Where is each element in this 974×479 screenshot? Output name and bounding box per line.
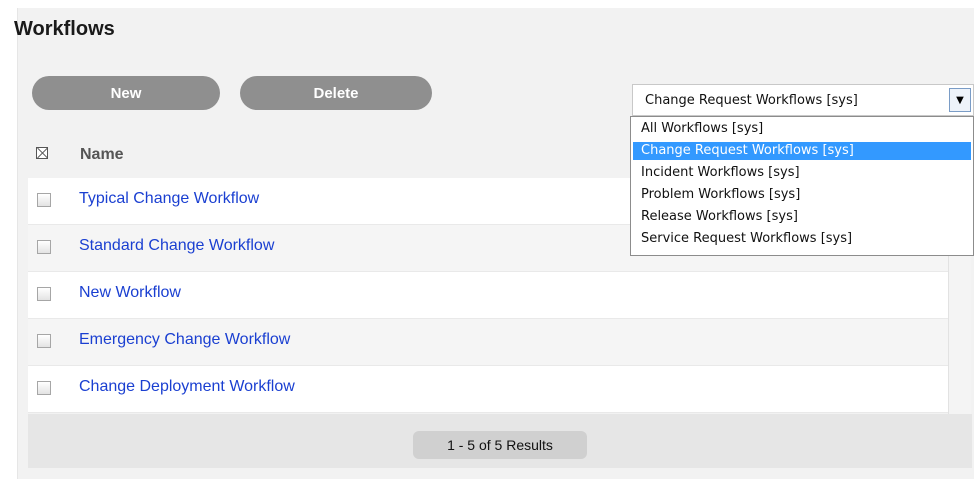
row-checkbox[interactable] — [37, 334, 51, 348]
row-checkbox[interactable] — [37, 381, 51, 395]
column-header-name[interactable]: Name — [80, 146, 124, 164]
workflow-link[interactable]: Standard Change Workflow — [79, 237, 274, 255]
workflow-filter-dropdown: All Workflows [sys] Change Request Workf… — [630, 116, 974, 256]
table-row: Emergency Change Workflow — [28, 319, 948, 366]
option-incident-workflows[interactable]: Incident Workflows [sys] — [633, 164, 971, 182]
table-row: New Workflow — [28, 272, 948, 319]
option-release-workflows[interactable]: Release Workflows [sys] — [633, 208, 971, 226]
workflow-filter-select[interactable]: Change Request Workflows [sys] ▼ — [632, 84, 974, 116]
checkbox-select-all-icon[interactable] — [36, 147, 48, 159]
option-problem-workflows[interactable]: Problem Workflows [sys] — [633, 186, 971, 204]
delete-button[interactable]: Delete — [240, 76, 432, 110]
results-count: 1 - 5 of 5 Results — [413, 431, 587, 459]
option-change-request-workflows[interactable]: Change Request Workflows [sys] — [633, 142, 971, 160]
option-all-workflows[interactable]: All Workflows [sys] — [633, 120, 971, 138]
workflow-link[interactable]: New Workflow — [79, 284, 181, 302]
workflow-link[interactable]: Change Deployment Workflow — [79, 378, 295, 396]
option-service-request-workflows[interactable]: Service Request Workflows [sys] — [633, 230, 971, 248]
workflow-link[interactable]: Emergency Change Workflow — [79, 331, 290, 349]
row-checkbox[interactable] — [37, 287, 51, 301]
workflow-filter-selected: Change Request Workflows [sys] — [645, 93, 858, 108]
page-title: Workflows — [14, 18, 115, 40]
row-checkbox[interactable] — [37, 193, 51, 207]
row-checkbox[interactable] — [37, 240, 51, 254]
chevron-down-icon[interactable]: ▼ — [949, 88, 971, 112]
new-button[interactable]: New — [32, 76, 220, 110]
table-row: Change Deployment Workflow — [28, 366, 948, 413]
workflow-link[interactable]: Typical Change Workflow — [79, 190, 259, 208]
